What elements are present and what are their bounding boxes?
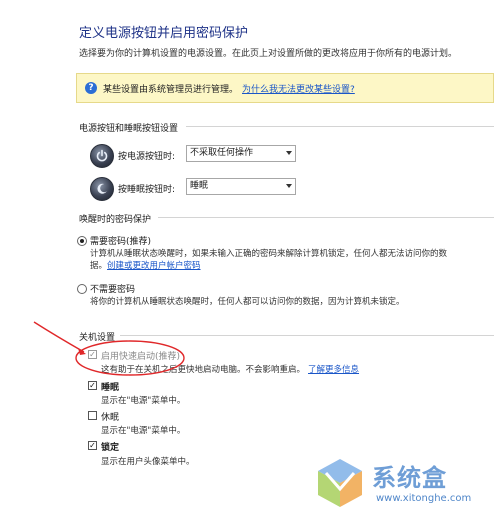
- annotation-ellipse: [75, 340, 185, 376]
- watermark-logo-icon: [318, 459, 362, 507]
- watermark-brand: 系统盒: [372, 464, 447, 492]
- annotation-overlay: [33, 321, 185, 376]
- watermark: 系统盒 www.xitonghe.com: [310, 455, 498, 515]
- annotation-arrow: [33, 321, 85, 353]
- power-options-page: 定义电源按钮并启用密码保护 选择要为你的计算机设置的电源设置。在此页上对设置所做…: [0, 0, 500, 519]
- watermark-url: www.xitonghe.com: [376, 493, 472, 504]
